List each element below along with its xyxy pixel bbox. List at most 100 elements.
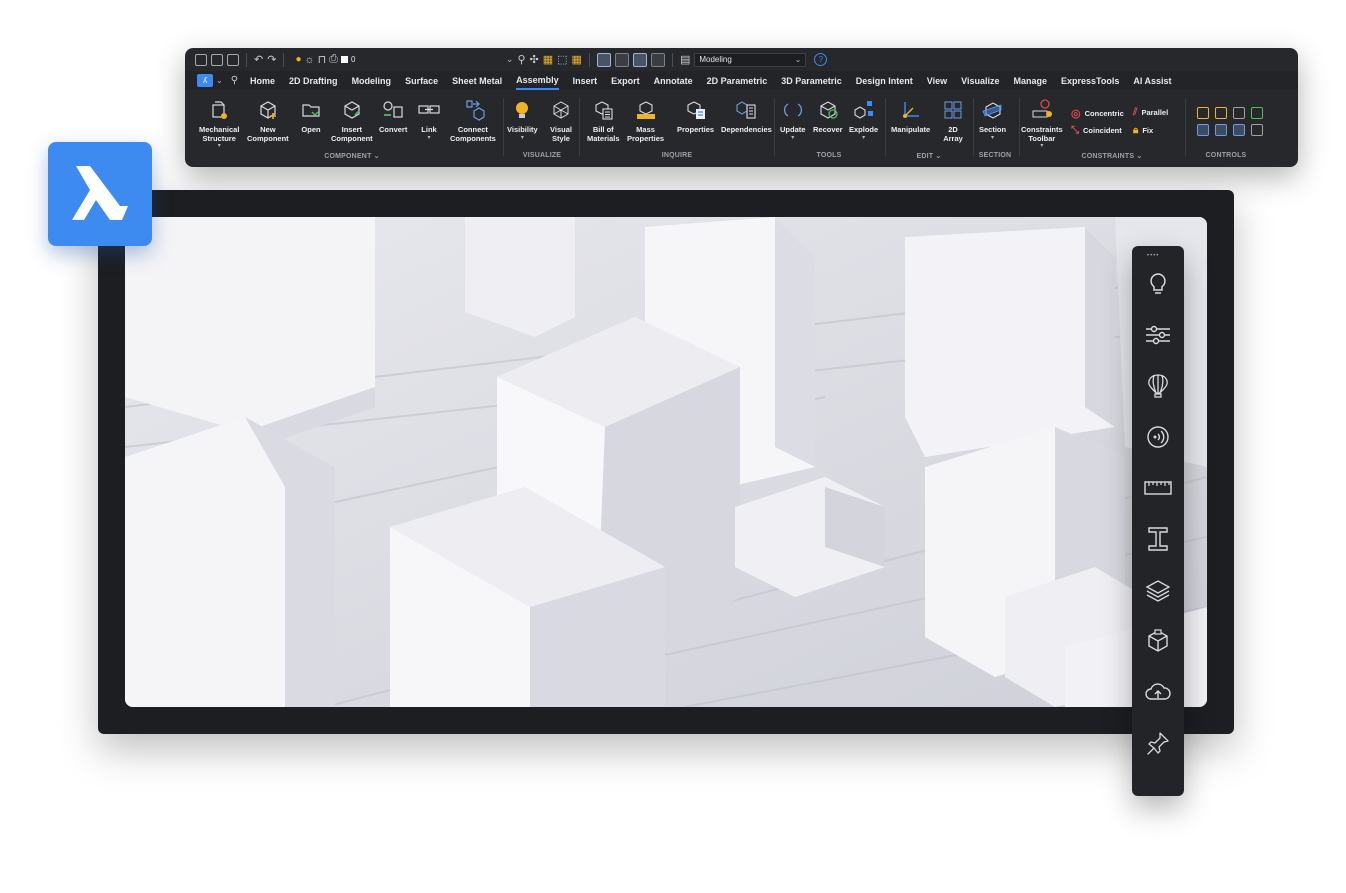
properties-button[interactable]: Properties bbox=[677, 98, 714, 135]
sound-wave-icon[interactable] bbox=[1142, 421, 1174, 453]
tab-ai-assist[interactable]: AI Assist bbox=[1133, 73, 1171, 89]
toolbar-grip[interactable]: •••• bbox=[1147, 253, 1159, 259]
new-file-icon[interactable] bbox=[211, 53, 223, 66]
search-icon[interactable]: ⚲ bbox=[231, 75, 238, 86]
lightbulb-icon bbox=[510, 98, 534, 122]
link-button[interactable]: Link ▾ bbox=[417, 98, 441, 141]
cube-icon[interactable] bbox=[1142, 625, 1174, 657]
match-properties-icon[interactable]: ⚲ bbox=[517, 53, 525, 66]
tab-visualize[interactable]: Visualize bbox=[961, 73, 999, 89]
tab-expresstools[interactable]: ExpressTools bbox=[1061, 73, 1119, 89]
ruler-icon[interactable] bbox=[1142, 472, 1174, 504]
control-shaded-icon[interactable] bbox=[1233, 124, 1245, 136]
panel-divider bbox=[1019, 98, 1020, 156]
tab-surface[interactable]: Surface bbox=[405, 73, 438, 89]
concentric-button[interactable]: ◎ Concentric bbox=[1071, 107, 1124, 120]
connect-components-button[interactable]: Connect Components bbox=[450, 98, 496, 143]
layer-tools-icon[interactable]: ✣ bbox=[530, 53, 539, 66]
mass-properties-icon bbox=[634, 98, 658, 122]
control-wireframe-icon[interactable] bbox=[1197, 124, 1209, 136]
view-wireframe-button[interactable] bbox=[596, 52, 611, 67]
save-icon[interactable] bbox=[195, 53, 207, 66]
hot-air-balloon-icon[interactable] bbox=[1142, 370, 1174, 402]
visibility-button[interactable]: Visibility ▾ bbox=[507, 98, 538, 141]
tab-view[interactable]: View bbox=[927, 73, 947, 89]
workspace-dropdown[interactable]: Modeling ⌄ bbox=[694, 52, 807, 67]
tab-2d-parametric[interactable]: 2D Parametric bbox=[707, 73, 768, 89]
i-beam-icon[interactable] bbox=[1142, 523, 1174, 555]
control-layer-state-icon[interactable] bbox=[1215, 107, 1227, 119]
manipulate-button[interactable]: Manipulate bbox=[891, 98, 930, 135]
new-component-button[interactable]: New Component bbox=[247, 98, 289, 143]
tab-sheet-metal[interactable]: Sheet Metal bbox=[452, 73, 502, 89]
tab-manage[interactable]: Manage bbox=[1014, 73, 1048, 89]
control-render-icon[interactable] bbox=[1251, 124, 1263, 136]
app-menu-button[interactable]: ʎ bbox=[197, 74, 213, 87]
select-icon[interactable]: ⬚ bbox=[557, 53, 567, 66]
bricscad-logo-icon bbox=[72, 166, 128, 220]
control-snap-icon[interactable] bbox=[1251, 107, 1263, 119]
chevron-down-icon: ⌄ bbox=[505, 54, 514, 64]
layers-icon[interactable] bbox=[1142, 574, 1174, 606]
panel-divider bbox=[774, 98, 775, 156]
pin-icon[interactable] bbox=[1142, 727, 1174, 759]
update-button[interactable]: Update ▾ bbox=[780, 98, 805, 141]
control-hidden-icon[interactable] bbox=[1215, 124, 1227, 136]
concentric-icon: ◎ bbox=[1071, 108, 1081, 120]
tab-design-intent[interactable]: Design Intent bbox=[856, 73, 913, 89]
tab-2d-drafting[interactable]: 2D Drafting bbox=[289, 73, 338, 89]
panel-title-section: SECTION bbox=[978, 152, 1012, 159]
lightbulb-icon[interactable] bbox=[1142, 268, 1174, 300]
layer-bulb-icon: ● bbox=[295, 54, 302, 65]
open-button[interactable]: Open bbox=[299, 98, 323, 135]
layer-states-icon[interactable]: ▦ bbox=[543, 53, 553, 66]
control-layer-icon[interactable] bbox=[1197, 107, 1209, 119]
2d-array-button[interactable]: 2D Array bbox=[941, 98, 965, 143]
update-icon bbox=[781, 98, 805, 122]
help-icon[interactable]: ? bbox=[814, 53, 828, 66]
tab-assembly[interactable]: Assembly bbox=[516, 72, 559, 90]
mechanical-structure-button[interactable]: Mechanical Structure ▾ bbox=[199, 98, 239, 149]
dependencies-button[interactable]: Dependencies bbox=[721, 98, 772, 135]
undo-icon[interactable]: ↶ bbox=[254, 53, 263, 66]
redo-icon[interactable]: ↷ bbox=[267, 53, 276, 66]
view-render-button[interactable] bbox=[650, 52, 665, 67]
properties-icon bbox=[684, 98, 708, 122]
model-viewport[interactable] bbox=[125, 217, 1207, 707]
sliders-icon[interactable] bbox=[1142, 319, 1174, 351]
panel-divider bbox=[973, 98, 974, 156]
layer-isolate-icon[interactable]: ▦ bbox=[572, 53, 582, 66]
tab-export[interactable]: Export bbox=[611, 73, 640, 89]
bill-of-materials-icon bbox=[591, 98, 615, 122]
tab-annotate[interactable]: Annotate bbox=[654, 73, 693, 89]
tab-insert[interactable]: Insert bbox=[573, 73, 598, 89]
view-shaded-button[interactable] bbox=[632, 52, 647, 67]
layer-dropdown[interactable]: ● ☼ ⊓ ⎙ 0 ⌄ bbox=[291, 53, 513, 67]
print-icon[interactable] bbox=[227, 53, 239, 66]
convert-button[interactable]: Convert bbox=[379, 98, 407, 135]
explode-button[interactable]: Explode ▾ bbox=[849, 98, 878, 141]
tab-home[interactable]: Home bbox=[250, 73, 275, 89]
bill-of-materials-button[interactable]: Bill of Materials bbox=[587, 98, 620, 143]
parallel-button[interactable]: ⫽ Parallel bbox=[1133, 107, 1168, 118]
view-hidden-button[interactable] bbox=[614, 52, 629, 67]
side-toolbar: •••• bbox=[1132, 246, 1184, 796]
insert-component-button[interactable]: Insert Component bbox=[331, 98, 373, 143]
mass-properties-button[interactable]: Mass Properties bbox=[627, 98, 664, 143]
panel-title-edit: EDIT ⌄ bbox=[916, 153, 942, 160]
panel-divider bbox=[885, 98, 886, 156]
control-select-icon[interactable] bbox=[1233, 107, 1245, 119]
constraints-toolbar-button[interactable]: Constraints Toolbar ▾ bbox=[1021, 98, 1063, 149]
coincident-button[interactable]: ⤡ Coincident bbox=[1071, 125, 1122, 136]
chevron-down-icon[interactable]: ⌄ bbox=[216, 76, 223, 85]
tab-3d-parametric[interactable]: 3D Parametric bbox=[781, 73, 842, 89]
recover-button[interactable]: Recover bbox=[813, 98, 843, 135]
visual-style-button[interactable]: Visual Style bbox=[549, 98, 573, 143]
fix-button[interactable]: 🔒︎ Fix bbox=[1133, 125, 1153, 136]
tab-modeling[interactable]: Modeling bbox=[352, 73, 392, 89]
section-button[interactable]: Section ▾ bbox=[979, 98, 1006, 141]
ribbon-panels: Mechanical Structure ▾ New Component Ope… bbox=[195, 92, 1288, 162]
cloud-upload-icon[interactable] bbox=[1142, 676, 1174, 708]
panel-title-controls: CONTROLS bbox=[1205, 152, 1247, 159]
panel-title-inquire: INQUIRE bbox=[661, 152, 693, 159]
